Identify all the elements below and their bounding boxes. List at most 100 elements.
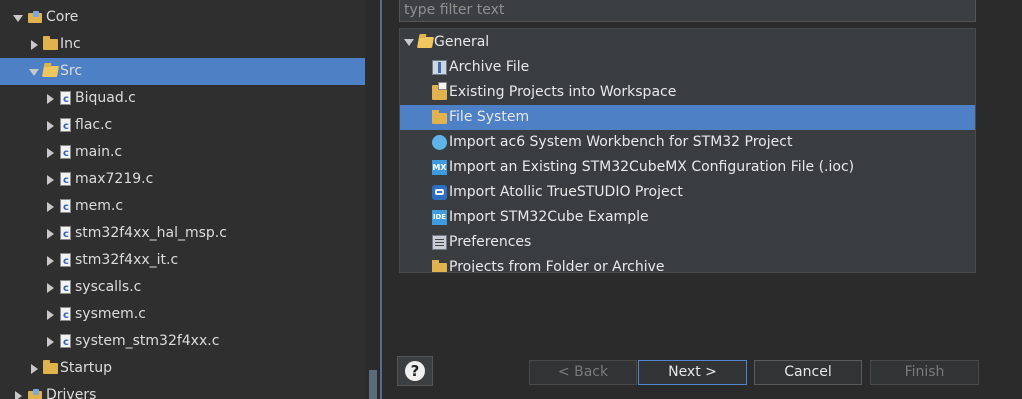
- folder-icon: [432, 110, 447, 124]
- wizard-item-label: Import Atollic TrueSTUDIO Project: [449, 184, 683, 200]
- explorer-scrollbar[interactable]: [365, 0, 380, 399]
- wizard-item-label: Projects from Folder or Archive: [449, 259, 665, 273]
- c-file-icon: [60, 194, 71, 221]
- project-explorer: Core Inc Src Biquad.c flac.c main.c max7…: [0, 0, 365, 399]
- expanded-arrow-icon[interactable]: [404, 39, 414, 46]
- tree-item-label: sysmem.c: [75, 306, 146, 322]
- tree-item-label: max7219.c: [75, 171, 154, 187]
- ac6-workbench-icon: [432, 135, 447, 150]
- help-button[interactable]: ?: [397, 356, 433, 386]
- wizard-item-label: Preferences: [449, 234, 532, 250]
- folder-open-icon: [42, 66, 59, 77]
- archive-file-icon: [432, 60, 447, 75]
- editor-edge: [990, 0, 1022, 399]
- c-file-icon: [60, 140, 71, 167]
- source-folder-icon: [28, 11, 44, 24]
- tree-item-label: Drivers: [46, 387, 97, 399]
- tree-item-startup[interactable]: Startup: [0, 355, 365, 382]
- atollic-icon: [432, 185, 447, 200]
- collapsed-arrow-icon[interactable]: [47, 256, 54, 266]
- finish-button[interactable]: Finish: [870, 360, 979, 385]
- collapsed-arrow-icon[interactable]: [47, 283, 54, 293]
- tree-item-label: mem.c: [75, 198, 124, 214]
- tree-item-label: system_stm32f4xx.c: [75, 333, 220, 349]
- wizard-item-label: Import an Existing STM32CubeMX Configura…: [449, 159, 855, 175]
- tree-item-label: Biquad.c: [75, 90, 136, 106]
- tree-item-label: main.c: [75, 144, 123, 160]
- c-file-icon: [60, 248, 71, 275]
- stm32cube-ide-icon: IDE: [432, 210, 447, 225]
- wizard-item-ac6[interactable]: Import ac6 System Workbench for STM32 Pr…: [400, 130, 975, 155]
- wizard-item-atollic[interactable]: Import Atollic TrueSTUDIO Project: [400, 180, 975, 205]
- wizard-item-preferences[interactable]: Preferences: [400, 230, 975, 255]
- c-file-icon: [60, 86, 71, 113]
- back-button[interactable]: < Back: [529, 360, 637, 385]
- tree-item-label: Src: [60, 63, 83, 79]
- c-file-icon: [60, 275, 71, 302]
- filter-placeholder: type filter text: [404, 2, 505, 18]
- tree-item-label: syscalls.c: [75, 279, 142, 295]
- tree-item-file[interactable]: mem.c: [0, 193, 365, 221]
- tree-group-general[interactable]: General: [400, 30, 975, 55]
- collapsed-arrow-icon[interactable]: [47, 337, 54, 347]
- collapsed-arrow-icon[interactable]: [47, 202, 54, 212]
- wizard-item-file-system[interactable]: File System: [400, 105, 975, 130]
- tree-item-file[interactable]: Biquad.c: [0, 85, 365, 113]
- scrollbar-thumb[interactable]: [369, 370, 377, 399]
- folder-open-icon: [417, 37, 434, 48]
- tree-item-file[interactable]: syscalls.c: [0, 274, 365, 302]
- wizard-item-label: Archive File: [449, 59, 530, 75]
- collapsed-arrow-icon[interactable]: [47, 175, 54, 185]
- preferences-icon: [432, 235, 447, 250]
- collapsed-arrow-icon[interactable]: [31, 40, 38, 50]
- cubemx-icon: MX: [432, 160, 447, 175]
- tree-item-label: stm32f4xx_it.c: [75, 252, 179, 268]
- c-file-icon: [60, 113, 71, 140]
- c-file-icon: [60, 221, 71, 248]
- tree-item-inc[interactable]: Inc: [0, 31, 365, 58]
- cancel-button[interactable]: Cancel: [754, 360, 862, 385]
- tree-item-label: stm32f4xx_hal_msp.c: [75, 225, 227, 241]
- next-button[interactable]: Next >: [638, 360, 747, 385]
- wizard-item-archive-file[interactable]: Archive File: [400, 55, 975, 80]
- tree-item-file[interactable]: max7219.c: [0, 166, 365, 194]
- collapsed-arrow-icon[interactable]: [15, 391, 22, 399]
- tree-item-label: Core: [46, 9, 79, 25]
- collapsed-arrow-icon[interactable]: [47, 310, 54, 320]
- tree-item-label: flac.c: [75, 117, 113, 133]
- wizard-item-stm32cube-example[interactable]: IDE Import STM32Cube Example: [400, 205, 975, 230]
- tree-item-file[interactable]: system_stm32f4xx.c: [0, 328, 365, 356]
- wizard-item-cubemx[interactable]: MX Import an Existing STM32CubeMX Config…: [400, 155, 975, 180]
- help-icon: ?: [405, 361, 425, 381]
- tree-item-src[interactable]: Src: [0, 58, 365, 85]
- c-file-icon: [60, 167, 71, 194]
- folder-icon: [43, 360, 58, 374]
- wizard-item-projects-from-folder[interactable]: Projects from Folder or Archive: [400, 255, 975, 273]
- expanded-arrow-icon[interactable]: [13, 15, 23, 22]
- collapsed-arrow-icon[interactable]: [47, 148, 54, 158]
- tree-item-file[interactable]: flac.c: [0, 112, 365, 140]
- folder-icon: [432, 260, 447, 272]
- c-file-icon: [60, 302, 71, 329]
- collapsed-arrow-icon[interactable]: [31, 364, 38, 374]
- filter-input[interactable]: type filter text: [399, 0, 976, 22]
- wizard-item-label: File System: [449, 109, 530, 125]
- tree-item-core[interactable]: Core: [0, 4, 365, 31]
- collapsed-arrow-icon[interactable]: [47, 229, 54, 239]
- tree-item-file[interactable]: stm32f4xx_hal_msp.c: [0, 220, 365, 248]
- wizard-item-label: Existing Projects into Workspace: [449, 84, 677, 100]
- source-folder-icon: [28, 389, 44, 399]
- tree-item-label: Inc: [60, 36, 81, 52]
- wizard-item-existing-projects[interactable]: Existing Projects into Workspace: [400, 80, 975, 105]
- tree-item-file[interactable]: sysmem.c: [0, 301, 365, 329]
- tree-group-label: General: [434, 34, 490, 50]
- tree-item-file[interactable]: main.c: [0, 139, 365, 167]
- folder-icon: [43, 36, 58, 50]
- expanded-arrow-icon[interactable]: [29, 69, 39, 76]
- tree-item-file[interactable]: stm32f4xx_it.c: [0, 247, 365, 275]
- tree-item-drivers[interactable]: Drivers: [0, 382, 365, 399]
- collapsed-arrow-icon[interactable]: [47, 121, 54, 131]
- wizard-item-label: Import STM32Cube Example: [449, 209, 649, 225]
- wizard-item-label: Import ac6 System Workbench for STM32 Pr…: [449, 134, 793, 150]
- collapsed-arrow-icon[interactable]: [47, 94, 54, 104]
